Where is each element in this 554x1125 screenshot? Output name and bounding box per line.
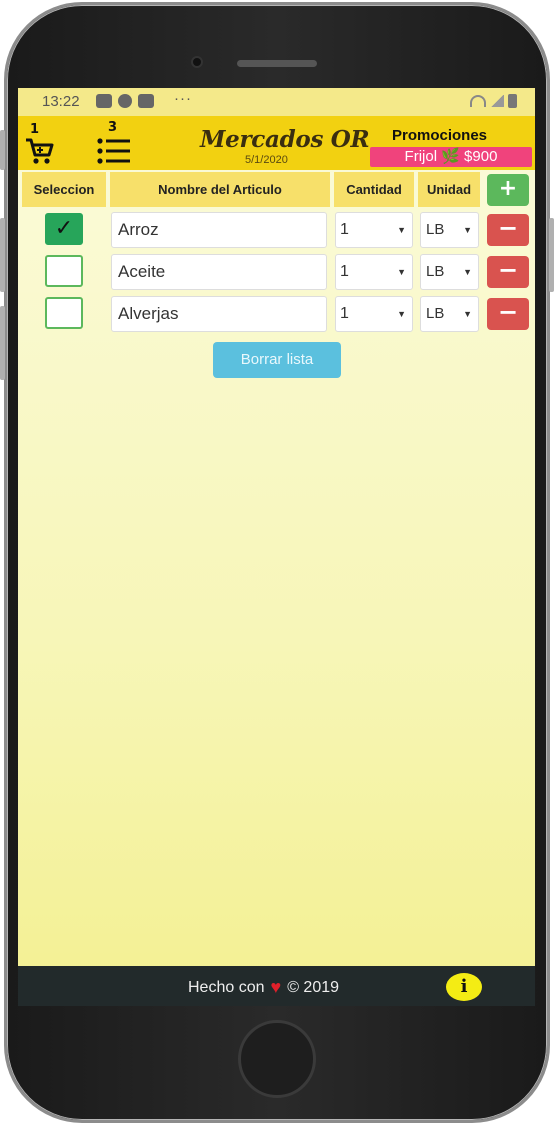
- select-checkbox[interactable]: [45, 297, 83, 329]
- clear-list-button[interactable]: Borrar lista: [213, 342, 341, 378]
- more-notifications-icon: ···: [174, 90, 192, 107]
- chevron-down-icon: ▼: [463, 225, 472, 235]
- header-seleccion: Seleccion: [22, 172, 106, 207]
- add-item-button[interactable]: +: [487, 174, 529, 206]
- footer-copyright: © 2019: [287, 978, 340, 996]
- home-button[interactable]: [238, 1020, 316, 1098]
- unit-select[interactable]: LB ▼: [420, 212, 479, 248]
- heart-icon: ♥: [270, 977, 282, 997]
- phone-side-button: [0, 130, 5, 170]
- wifi-icon: [470, 95, 486, 107]
- phone-power-button: [549, 218, 554, 292]
- table-row: Alverjas 1 ▼ LB ▼ −: [22, 294, 531, 334]
- app-date: 5/1/2020: [245, 154, 288, 166]
- quantity-select[interactable]: 1 ▼: [335, 254, 413, 290]
- header-unidad: Unidad: [418, 172, 480, 207]
- quantity-select[interactable]: 1 ▼: [335, 212, 413, 248]
- header-nombre-articulo: Nombre del Articulo: [110, 172, 330, 207]
- unit-select[interactable]: LB ▼: [420, 296, 479, 332]
- status-system-icons: [470, 94, 517, 108]
- cart-icon[interactable]: [24, 136, 54, 166]
- phone-volume-up: [0, 218, 5, 292]
- table-row: Aceite 1 ▼ LB ▼ −: [22, 252, 531, 292]
- battery-icon: [508, 94, 517, 108]
- info-icon[interactable]: i: [446, 973, 482, 1001]
- mail-notification-icon: [138, 94, 154, 108]
- item-name-input[interactable]: Aceite: [111, 254, 327, 290]
- delete-item-button[interactable]: −: [487, 256, 529, 288]
- chevron-down-icon: ▼: [397, 225, 406, 235]
- check-icon: ✓: [54, 216, 74, 241]
- chevron-down-icon: ▼: [397, 267, 406, 277]
- delete-item-button[interactable]: −: [487, 214, 529, 246]
- sync-notification-icon: [118, 94, 132, 108]
- promotion-badge[interactable]: Frijol 🌿 $900: [370, 147, 532, 167]
- status-bar: 13:22 ···: [18, 88, 535, 116]
- gallery-notification-icon: [96, 94, 112, 108]
- list-count-badge: 3: [108, 120, 118, 135]
- footer-made-with: Hecho con: [188, 978, 265, 996]
- footer-credit: Hecho con ♥ © 2019: [188, 977, 339, 998]
- signal-icon: [490, 95, 504, 107]
- item-name-input[interactable]: Alverjas: [111, 296, 327, 332]
- chevron-down-icon: ▼: [397, 309, 406, 319]
- chevron-down-icon: ▼: [463, 309, 472, 319]
- footer: Hecho con ♥ © 2019 i: [18, 966, 535, 1006]
- delete-item-button[interactable]: −: [487, 298, 529, 330]
- chevron-down-icon: ▼: [463, 267, 472, 277]
- app-title: Mercados OR: [200, 126, 370, 153]
- front-camera: [191, 56, 203, 68]
- phone-volume-down: [0, 306, 5, 380]
- app-header: 1 3 Mercados OR 5/1/2020 Promociones Fri…: [18, 116, 535, 170]
- status-notification-icons: [96, 94, 154, 108]
- app-screen: 13:22 ··· 1 3 Mercados OR 5/1/2020 Promo…: [18, 88, 535, 1006]
- earpiece-speaker: [237, 60, 317, 67]
- cart-count-badge: 1: [30, 122, 40, 137]
- select-checkbox[interactable]: [45, 255, 83, 287]
- select-checkbox[interactable]: ✓: [45, 213, 83, 245]
- quantity-select[interactable]: 1 ▼: [335, 296, 413, 332]
- status-time: 13:22: [42, 93, 80, 110]
- promotions-label: Promociones: [392, 127, 488, 144]
- header-cantidad: Cantidad: [334, 172, 414, 207]
- list-icon[interactable]: [97, 138, 131, 164]
- table-row: ✓ Arroz 1 ▼ LB ▼ −: [22, 210, 531, 250]
- item-name-input[interactable]: Arroz: [111, 212, 327, 248]
- unit-select[interactable]: LB ▼: [420, 254, 479, 290]
